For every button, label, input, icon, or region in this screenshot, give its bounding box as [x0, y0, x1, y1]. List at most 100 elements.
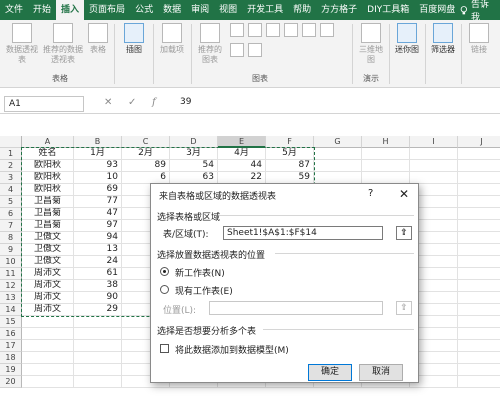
- tab-baidu-netdisk[interactable]: 百度网盘: [414, 0, 460, 20]
- table-cell[interactable]: [458, 280, 500, 292]
- column-header[interactable]: I: [410, 136, 458, 148]
- table-cell[interactable]: [22, 376, 74, 388]
- table-cell[interactable]: [458, 172, 500, 184]
- existing-sheet-radio[interactable]: [160, 285, 169, 294]
- table-cell[interactable]: [458, 268, 500, 280]
- table-cell[interactable]: [410, 160, 458, 172]
- range-input[interactable]: Sheet1!$A$1:$F$14: [223, 226, 383, 240]
- hierarchy-chart-icon[interactable]: [248, 23, 262, 37]
- table-cell[interactable]: [362, 148, 410, 160]
- table-cell[interactable]: [458, 148, 500, 160]
- table-cell[interactable]: [22, 316, 74, 328]
- table-cell[interactable]: [458, 304, 500, 316]
- name-box[interactable]: A1: [4, 96, 84, 112]
- ok-button[interactable]: 确定: [308, 364, 352, 381]
- table-cell[interactable]: [458, 352, 500, 364]
- cancel-button[interactable]: 取消: [359, 364, 403, 381]
- table-cell[interactable]: [458, 256, 500, 268]
- row-header[interactable]: 10: [0, 256, 22, 268]
- table-cell[interactable]: [458, 316, 500, 328]
- table-cell[interactable]: [458, 328, 500, 340]
- table-cell[interactable]: [458, 292, 500, 304]
- table-cell[interactable]: [458, 184, 500, 196]
- tab-developer[interactable]: 开发工具: [242, 0, 288, 20]
- row-header[interactable]: 15: [0, 316, 22, 328]
- select-all-corner[interactable]: [0, 136, 22, 148]
- line-chart-icon[interactable]: [302, 23, 316, 37]
- table-cell[interactable]: [458, 244, 500, 256]
- row-header[interactable]: 6: [0, 208, 22, 220]
- column-header[interactable]: H: [362, 136, 410, 148]
- row-header[interactable]: 13: [0, 292, 22, 304]
- combo-chart-icon[interactable]: [284, 23, 298, 37]
- sparklines-button[interactable]: 迷你图: [392, 23, 422, 55]
- table-cell[interactable]: [458, 232, 500, 244]
- pie-chart-icon[interactable]: [320, 23, 334, 37]
- table-cell[interactable]: [458, 160, 500, 172]
- location-picker-button[interactable]: ⇪: [396, 301, 412, 315]
- formula-input[interactable]: 39: [180, 97, 191, 107]
- link-button[interactable]: 链接: [464, 23, 494, 55]
- enter-icon[interactable]: ✓: [128, 97, 136, 108]
- table-cell[interactable]: [458, 376, 500, 388]
- cancel-icon[interactable]: ✕: [104, 97, 112, 108]
- table-cell[interactable]: [22, 364, 74, 376]
- table-cell[interactable]: [458, 364, 500, 376]
- row-header[interactable]: 11: [0, 268, 22, 280]
- table-cell[interactable]: [314, 148, 362, 160]
- table-cell[interactable]: [74, 340, 122, 352]
- row-header[interactable]: 19: [0, 364, 22, 376]
- tab-home[interactable]: 开始: [28, 0, 56, 20]
- illustrations-button[interactable]: 插图: [119, 23, 149, 55]
- row-header[interactable]: 17: [0, 340, 22, 352]
- tab-file[interactable]: 文件: [0, 0, 28, 20]
- insert-function-icon[interactable]: f: [152, 97, 156, 108]
- location-input[interactable]: [209, 301, 383, 315]
- tab-diy-toolbox[interactable]: DIY工具箱: [362, 0, 414, 20]
- table-cell[interactable]: [74, 316, 122, 328]
- column-header[interactable]: J: [458, 136, 500, 148]
- recommended-pivot-button[interactable]: 推荐的数据透视表: [42, 23, 84, 65]
- tab-insert[interactable]: 插入: [56, 0, 85, 20]
- table-cell[interactable]: [22, 340, 74, 352]
- tab-data[interactable]: 数据: [158, 0, 186, 20]
- statistic-chart-icon[interactable]: [266, 23, 280, 37]
- row-header[interactable]: 20: [0, 376, 22, 388]
- row-header[interactable]: 3: [0, 172, 22, 184]
- chart-types-gallery[interactable]: [230, 23, 350, 59]
- tab-view[interactable]: 视图: [214, 0, 242, 20]
- table-cell[interactable]: [74, 376, 122, 388]
- new-sheet-radio[interactable]: [160, 267, 169, 276]
- row-header[interactable]: 12: [0, 280, 22, 292]
- table-cell[interactable]: [458, 208, 500, 220]
- area-chart-icon[interactable]: [248, 43, 262, 57]
- scatter-chart-icon[interactable]: [230, 43, 244, 57]
- row-header[interactable]: 4: [0, 184, 22, 196]
- recommended-charts-button[interactable]: 推荐的图表: [195, 23, 225, 65]
- table-cell[interactable]: [458, 340, 500, 352]
- row-header[interactable]: 7: [0, 220, 22, 232]
- dialog-help-button[interactable]: ?: [368, 188, 373, 199]
- row-header[interactable]: 1: [0, 148, 22, 160]
- column-header[interactable]: G: [314, 136, 362, 148]
- tab-help[interactable]: 帮助: [288, 0, 316, 20]
- row-header[interactable]: 16: [0, 328, 22, 340]
- column-chart-icon[interactable]: [230, 23, 244, 37]
- row-header[interactable]: 8: [0, 232, 22, 244]
- add-to-data-model-checkbox[interactable]: [160, 344, 169, 353]
- table-cell[interactable]: [458, 196, 500, 208]
- addins-button[interactable]: 加载项: [157, 23, 187, 55]
- table-cell[interactable]: [74, 328, 122, 340]
- table-cell[interactable]: [362, 160, 410, 172]
- range-picker-button[interactable]: ⇪: [396, 226, 412, 240]
- table-cell[interactable]: [74, 364, 122, 376]
- 3d-map-button[interactable]: 三维地图: [356, 23, 386, 65]
- dialog-close-button[interactable]: ✕: [399, 187, 409, 201]
- row-header[interactable]: 14: [0, 304, 22, 316]
- tab-formulas[interactable]: 公式: [130, 0, 158, 20]
- table-cell[interactable]: [458, 220, 500, 232]
- table-cell[interactable]: [22, 328, 74, 340]
- table-cell[interactable]: [22, 352, 74, 364]
- pivot-table-button[interactable]: 数据透视表: [4, 23, 40, 65]
- row-header[interactable]: 2: [0, 160, 22, 172]
